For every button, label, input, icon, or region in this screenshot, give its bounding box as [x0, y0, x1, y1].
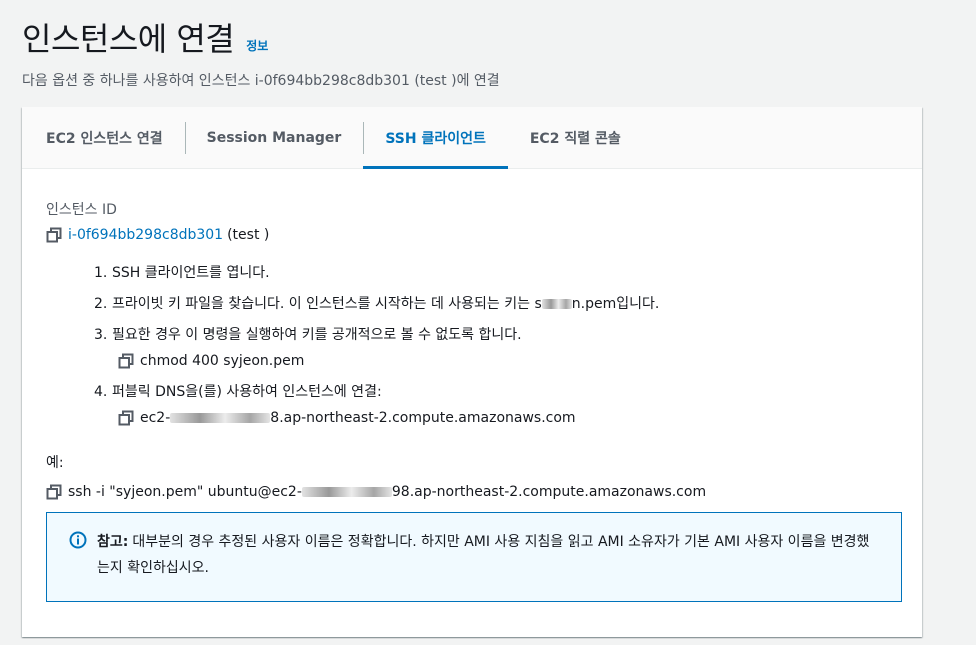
step-text-before: 프라이빗 키 파일을 찾습니다. 이 인스턴스를 시작하는 데 사용되는 키는 …: [112, 296, 542, 312]
steps-list: 1. SSH 클라이언트를 엽니다. 2. 프라이빗 키 파일을 찾습니다. 이 인…: [94, 263, 898, 428]
alert-text: 참고: 대부분의 경우 추정된 사용자 이름은 정확합니다. 하지만 AMI 사용…: [97, 529, 881, 601]
copy-icon[interactable]: [46, 484, 62, 500]
step-text: SSH 클라이언트를 엽니다.: [112, 265, 270, 281]
step-text: 퍼블릭 DNS을(를) 사용하여 인스턴스에 연결:: [112, 384, 382, 400]
tab-content: 인스턴스 ID i-0f694bb298c8db301 (test ) 1. SS…: [22, 169, 922, 602]
step-2: 2. 프라이빗 키 파일을 찾습니다. 이 인스턴스를 시작하는 데 사용되는 키…: [94, 294, 898, 314]
page-title: 인스턴스에 연결: [22, 20, 235, 58]
step-number: 4.: [94, 384, 108, 400]
example-command-before: ssh -i "syjeon.pem" ubuntu@ec2-: [68, 484, 302, 500]
page-header: 인스턴스에 연결 정보 다음 옵션 중 하나를 사용하여 인스턴스 i-0f69…: [22, 14, 500, 90]
info-circle-icon: [69, 531, 87, 549]
tab-session-manager[interactable]: Session Manager: [184, 107, 364, 168]
step-3: 3. 필요한 경우 이 명령을 실행하여 키를 공개적으로 볼 수 없도록 합니다…: [94, 325, 898, 371]
example-command-row: ssh -i "syjeon.pem" ubuntu@ec2- 98.ap-nor…: [46, 484, 898, 500]
instance-id-row: i-0f694bb298c8db301 (test ): [46, 227, 898, 243]
copy-icon[interactable]: [118, 353, 134, 369]
title-row: 인스턴스에 연결 정보: [22, 14, 500, 60]
tab-bar: EC2 인스턴스 연결 Session Manager SSH 클라이언트 EC…: [22, 107, 922, 169]
instance-id-label: 인스턴스 ID: [46, 202, 117, 218]
step-number: 1.: [94, 265, 108, 281]
copy-icon[interactable]: [46, 227, 62, 243]
tab-ec2-instance-connect[interactable]: EC2 인스턴스 연결: [24, 107, 185, 168]
copy-icon[interactable]: [118, 410, 134, 426]
step-text-after: n.pem입니다.: [571, 296, 660, 312]
tab-ec2-serial-console[interactable]: EC2 직렬 콘솔: [508, 107, 643, 168]
dns-command-after: 8.ap-northeast-2.compute.amazonaws.com: [270, 410, 576, 426]
redacted-text: [301, 487, 392, 497]
step-text: 필요한 경우 이 명령을 실행하여 키를 공개적으로 볼 수 없도록 합니다.: [112, 327, 522, 343]
alert-body: 대부분의 경우 추정된 사용자 이름은 정확합니다. 하지만 AMI 사용 지침…: [97, 534, 870, 576]
chmod-command: chmod 400 syjeon.pem: [140, 353, 305, 369]
example-command-after: 98.ap-northeast-2.compute.amazonaws.com: [391, 484, 707, 500]
instance-name: (test ): [227, 227, 270, 243]
tab-ssh-client[interactable]: SSH 클라이언트: [363, 107, 508, 169]
connect-panel: EC2 인스턴스 연결 Session Manager SSH 클라이언트 EC…: [22, 107, 922, 637]
info-link[interactable]: 정보: [246, 37, 268, 54]
redacted-text: [541, 299, 572, 309]
redacted-text: [170, 413, 271, 423]
dns-command-row: ec2- 8.ap-northeast-2.compute.amazonaws.c…: [118, 408, 898, 428]
step-4: 4. 퍼블릭 DNS을(를) 사용하여 인스턴스에 연결: ec2- 8.ap-no…: [94, 382, 898, 428]
info-alert: 참고: 대부분의 경우 추정된 사용자 이름은 정확합니다. 하지만 AMI 사용…: [46, 512, 902, 602]
example-label: 예:: [46, 455, 64, 471]
page-subtitle: 다음 옵션 중 하나를 사용하여 인스턴스 i-0f694bb298c8db30…: [22, 73, 500, 89]
step-number: 3.: [94, 327, 108, 343]
step-1: 1. SSH 클라이언트를 엽니다.: [94, 263, 898, 283]
instance-id-link[interactable]: i-0f694bb298c8db301: [68, 227, 223, 243]
dns-command-before: ec2-: [140, 410, 171, 426]
step-number: 2.: [94, 296, 108, 312]
alert-title: 참고:: [97, 534, 129, 550]
chmod-command-row: chmod 400 syjeon.pem: [118, 351, 898, 371]
